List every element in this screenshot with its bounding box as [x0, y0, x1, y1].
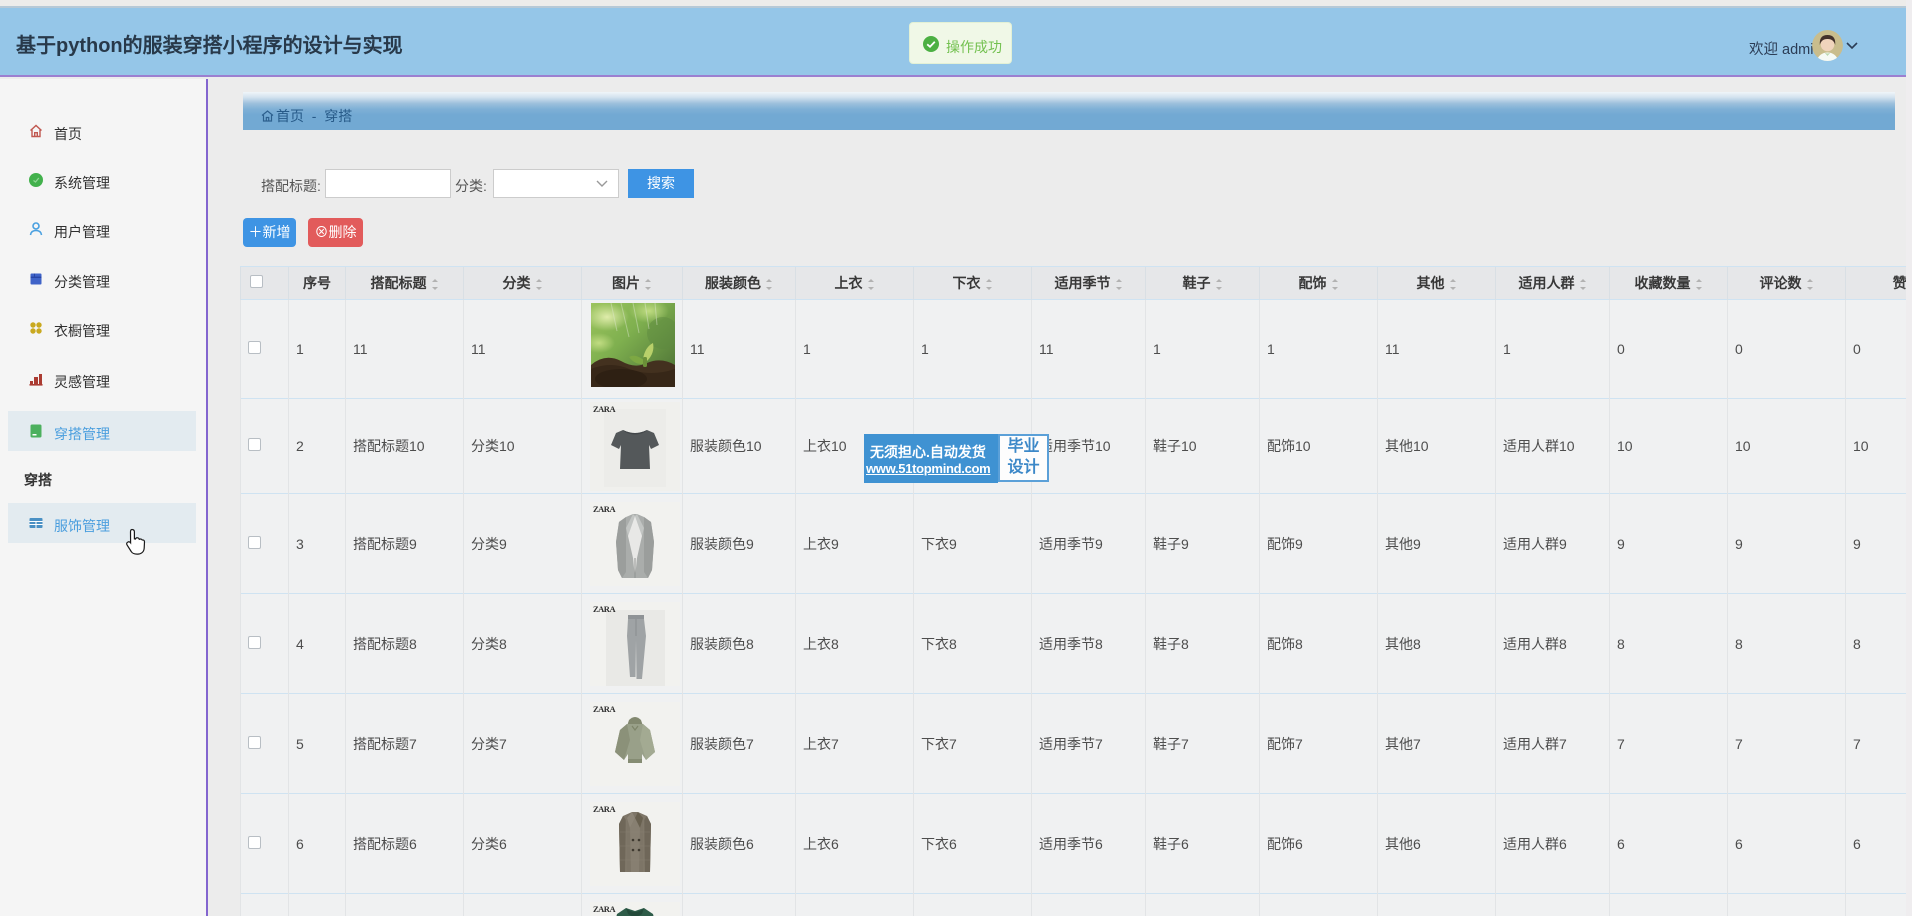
svg-text:ZARA: ZARA [593, 404, 616, 414]
svg-text:ZARA: ZARA [593, 904, 616, 914]
svg-text:ZARA: ZARA [593, 604, 616, 614]
svg-text:ZARA: ZARA [593, 804, 616, 814]
svg-text:ZARA: ZARA [593, 504, 616, 514]
svg-text:ZARA: ZARA [593, 704, 616, 714]
